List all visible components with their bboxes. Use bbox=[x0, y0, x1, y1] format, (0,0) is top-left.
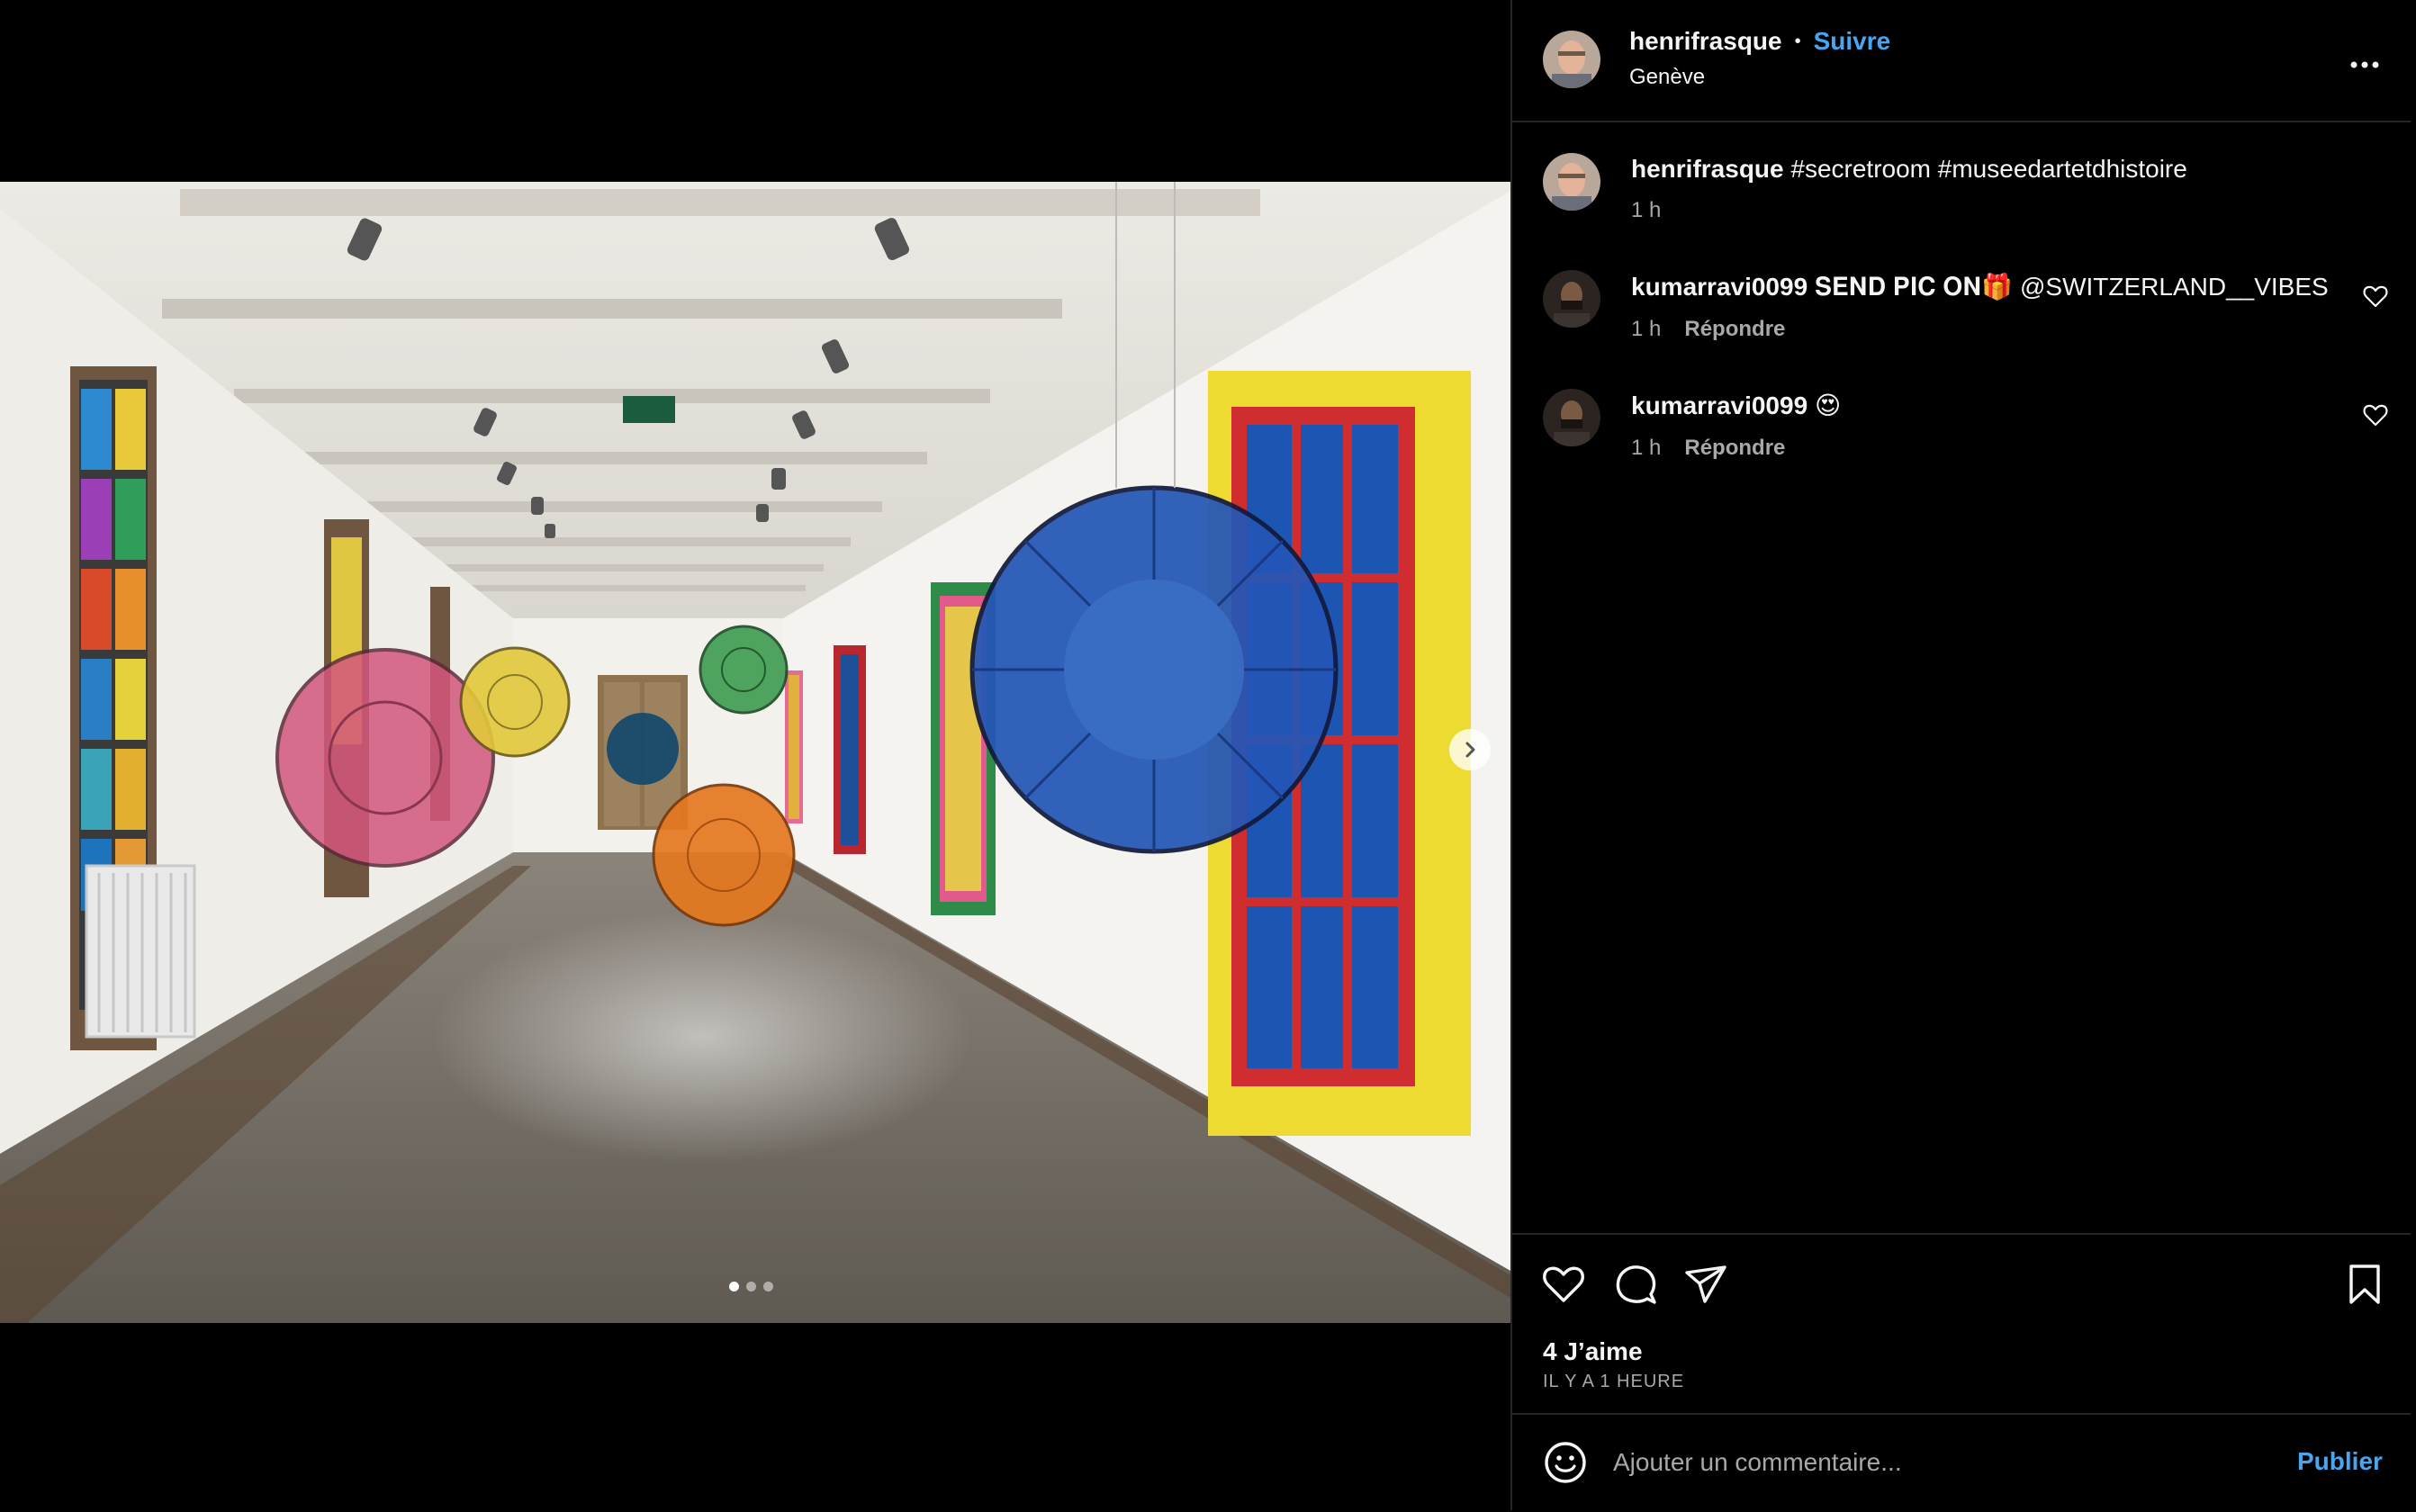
follow-button[interactable]: Suivre bbox=[1814, 27, 1891, 56]
bookmark-icon[interactable] bbox=[2342, 1262, 2387, 1307]
carousel-indicator bbox=[729, 1282, 773, 1292]
avatar-portrait-icon bbox=[1543, 389, 1600, 446]
comment-username[interactable]: kumarravi0099 bbox=[1631, 392, 1807, 419]
reply-button[interactable]: Répondre bbox=[1684, 436, 1785, 461]
post-side-panel: henrifrasque • Suivre Genève henrifrasqu… bbox=[1510, 0, 2416, 1510]
emoji-smiley-icon[interactable] bbox=[1543, 1440, 1588, 1485]
more-horizontal-icon bbox=[2350, 61, 2379, 68]
commenter-avatar[interactable] bbox=[1543, 389, 1600, 446]
post-photo[interactable] bbox=[0, 182, 1510, 1323]
comment-composer: Publier bbox=[1512, 1413, 2411, 1512]
author-username[interactable]: henrifrasque bbox=[1629, 27, 1782, 56]
author-avatar[interactable] bbox=[1543, 31, 1600, 88]
carousel-dot bbox=[746, 1282, 756, 1292]
more-options-button[interactable] bbox=[2342, 41, 2387, 77]
commenter-avatar[interactable] bbox=[1543, 270, 1600, 328]
comment-bubble-icon[interactable] bbox=[1613, 1262, 1658, 1307]
heart-icon[interactable] bbox=[2362, 283, 2389, 310]
share-paper-plane-icon[interactable] bbox=[1683, 1262, 1728, 1307]
comment-username[interactable]: henrifrasque bbox=[1631, 155, 1784, 183]
carousel-dot bbox=[729, 1282, 739, 1292]
chevron-right-icon bbox=[1465, 742, 1475, 758]
comment-text: 𝐒𝐄𝐍𝐃 𝐏𝐈𝐂 𝐎𝐍🎁 @SWITZERLAND__VIBES bbox=[1814, 273, 2329, 301]
post-location[interactable]: Genève bbox=[1629, 65, 1705, 90]
comment-input[interactable] bbox=[1611, 1438, 2245, 1487]
comment-username[interactable]: kumarravi0099 bbox=[1631, 273, 1807, 301]
comment-time: 1 h bbox=[1631, 317, 1662, 341]
carousel-next-button[interactable] bbox=[1449, 729, 1491, 770]
comment-time: 1 h bbox=[1631, 198, 1662, 222]
heart-icon[interactable] bbox=[2362, 401, 2389, 428]
post-timestamp: IL Y A 1 HEURE bbox=[1543, 1372, 1685, 1391]
gallery-hallway-image bbox=[0, 182, 1510, 1323]
post-media bbox=[0, 0, 1510, 1510]
author-avatar[interactable] bbox=[1543, 153, 1600, 211]
comment-text: #secretroom #museedartetdhistoire bbox=[1790, 155, 2187, 183]
likes-count[interactable]: 4 J’aime bbox=[1543, 1337, 1643, 1366]
post-header: henrifrasque • Suivre Genève bbox=[1512, 0, 2411, 122]
avatar-portrait-icon bbox=[1543, 153, 1600, 211]
like-heart-icon[interactable] bbox=[1541, 1262, 1586, 1307]
reply-button[interactable]: Répondre bbox=[1684, 317, 1785, 342]
separator-dot: • bbox=[1794, 31, 1801, 51]
comment-text: 😍 bbox=[1814, 392, 1842, 419]
avatar-portrait-icon bbox=[1543, 270, 1600, 328]
publish-button[interactable]: Publier bbox=[2297, 1447, 2383, 1476]
comment-time: 1 h bbox=[1631, 436, 1662, 460]
avatar-portrait-icon bbox=[1543, 31, 1600, 88]
carousel-dot bbox=[763, 1282, 773, 1292]
post-actions: 4 J’aime IL Y A 1 HEURE bbox=[1512, 1233, 2411, 1415]
